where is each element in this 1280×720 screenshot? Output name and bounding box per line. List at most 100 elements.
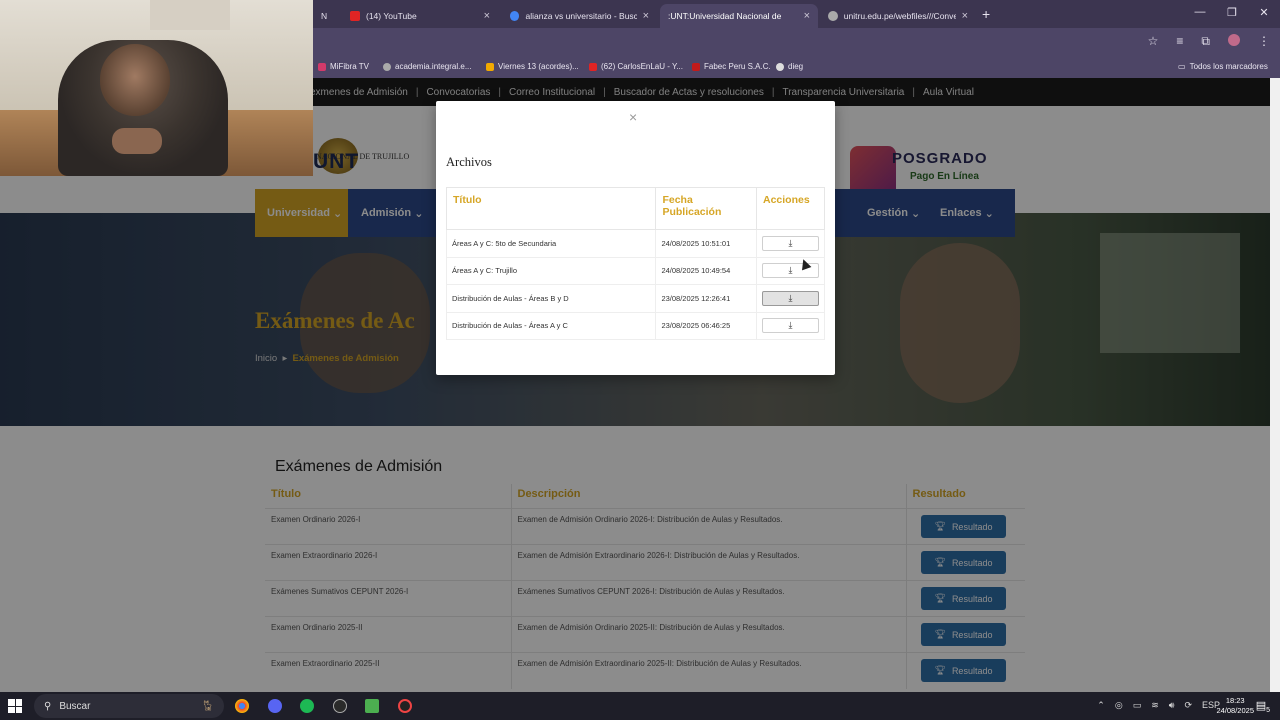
download-button[interactable]: ⤓ bbox=[762, 318, 819, 334]
notification-icon[interactable]: ▤5 bbox=[1256, 699, 1270, 714]
network-icon[interactable]: ◎ bbox=[1115, 700, 1123, 711]
exams-table: Título Descripción Resultado Examen Ordi… bbox=[265, 484, 1025, 689]
result-button[interactable]: 🏆︎ Resultado bbox=[920, 623, 1007, 646]
nav-enlaces[interactable]: Enlaces ⌄ bbox=[940, 189, 994, 237]
close-tab-icon[interactable]: × bbox=[804, 10, 810, 22]
all-bookmarks[interactable]: ▭ Todos los marcadores bbox=[1178, 62, 1268, 71]
mifibra-icon bbox=[318, 62, 326, 71]
close-modal-icon[interactable]: × bbox=[629, 109, 637, 125]
taskbar-search[interactable]: ⚲ Buscar 🦌︎ bbox=[34, 694, 224, 718]
chevron-down-icon: ⌄ bbox=[911, 207, 921, 220]
close-tab-icon[interactable]: × bbox=[484, 10, 490, 22]
tab-unt[interactable]: :UNT:Universidad Nacional de × bbox=[660, 4, 818, 28]
extensions-icon[interactable]: ⧉ bbox=[1201, 34, 1210, 49]
logo-text[interactable]: UNT bbox=[313, 150, 359, 174]
tab-youtube[interactable]: (14) YouTube × bbox=[342, 4, 498, 28]
exam-title: Examen Extraordinario 2025-II bbox=[265, 652, 512, 689]
breadcrumb-separator-icon: ▸ bbox=[279, 353, 290, 364]
topnav-link-transparencia[interactable]: Transparencia Universitaria bbox=[782, 87, 904, 98]
result-button[interactable]: 🏆︎ Resultado bbox=[920, 587, 1007, 610]
webcam-head bbox=[100, 44, 170, 116]
chords-icon bbox=[486, 62, 494, 71]
nav-admision[interactable]: Admisión ⌄ bbox=[361, 189, 423, 237]
topnav-link-convocatorias[interactable]: Convocatorias bbox=[426, 87, 490, 98]
tab-unitru-file[interactable]: unitru.edu.pe/webfiles///Conve × bbox=[820, 4, 976, 28]
bookmark-fabec[interactable]: Fabec Peru S.A.C. bbox=[692, 62, 771, 71]
result-button[interactable]: 🏆︎ Resultado bbox=[920, 551, 1007, 574]
close-tab-icon[interactable]: × bbox=[643, 10, 649, 22]
files-table: Título Fecha Publicación Acciones Áreas … bbox=[445, 187, 825, 340]
new-tab-button[interactable]: + bbox=[982, 6, 990, 22]
download-icon: ⤓ bbox=[788, 237, 793, 248]
download-icon: ⤓ bbox=[788, 320, 793, 331]
topnav-link-admision[interactable]: exmenes de Admisión bbox=[310, 87, 408, 98]
exam-description: Examen de Admisión Extraordinario 2025-I… bbox=[511, 652, 907, 689]
topnav-link-aula-virtual[interactable]: Aula Virtual bbox=[923, 87, 974, 98]
sync-icon[interactable]: ⟳ bbox=[1184, 700, 1192, 711]
restore-icon[interactable]: ❐ bbox=[1216, 6, 1248, 19]
chevron-down-icon: ⌄ bbox=[333, 207, 343, 220]
bookmark-mifibra[interactable]: MiFibra TV bbox=[318, 62, 369, 71]
clock[interactable]: 18:23 24/08/2025 bbox=[1216, 696, 1254, 716]
minimize-icon[interactable]: — bbox=[1184, 6, 1216, 19]
chevron-up-icon[interactable]: ⌃ bbox=[1097, 700, 1105, 711]
tab-label: :UNT:Universidad Nacional de bbox=[668, 11, 782, 21]
download-button[interactable]: ⤓ bbox=[762, 290, 819, 306]
file-title: Áreas A y C: Trujillo bbox=[445, 256, 657, 285]
exam-description: Examen de Admisión Extraordinario 2026-I… bbox=[511, 544, 907, 581]
reading-list-icon[interactable]: ≡ bbox=[1176, 34, 1183, 49]
steam-icon[interactable] bbox=[333, 699, 347, 713]
column-header: Resultado bbox=[912, 488, 966, 500]
exam-description: Examen de Admisión Ordinario 2025-II: Di… bbox=[511, 616, 907, 653]
page-scrollbar[interactable] bbox=[1270, 78, 1280, 692]
nav-label: Enlaces bbox=[940, 207, 982, 219]
close-window-icon[interactable]: ✕ bbox=[1248, 6, 1280, 19]
exam-title: Examen Ordinario 2026-I bbox=[265, 508, 512, 545]
windows-start-icon[interactable] bbox=[8, 699, 22, 713]
table-row: Examen Extraordinario 2026-I Examen de A… bbox=[265, 544, 1025, 581]
download-button[interactable]: ⤓ bbox=[762, 235, 819, 251]
minecraft-icon[interactable] bbox=[365, 699, 379, 713]
hero-photo-person bbox=[900, 243, 1020, 403]
bookmark-dieg[interactable]: dieg bbox=[776, 62, 803, 71]
nav-gestion[interactable]: Gestión ⌄ bbox=[867, 189, 920, 237]
topnav-link-correo[interactable]: Correo Institucional bbox=[509, 87, 595, 98]
bookmark-star-icon[interactable]: ☆ bbox=[1148, 34, 1159, 49]
column-header: Título bbox=[445, 187, 657, 230]
webcam-shelf bbox=[150, 0, 230, 30]
bookmark-academia[interactable]: academia.integral.e... bbox=[383, 62, 472, 71]
table-row: Distribución de Aulas - Áreas A y C 23/0… bbox=[445, 311, 825, 340]
file-title: Distribución de Aulas - Áreas A y C bbox=[445, 311, 657, 340]
column-header: Fecha Publicación bbox=[655, 187, 757, 230]
button-label: Resultado bbox=[951, 593, 993, 604]
files-modal: × Archivos Título Fecha Publicación Acci… bbox=[436, 101, 835, 375]
wifi-icon[interactable]: ≋ bbox=[1151, 700, 1159, 711]
battery-icon[interactable]: ▭ bbox=[1133, 700, 1142, 711]
bookmark-label: MiFibra TV bbox=[330, 62, 369, 71]
topnav-link-actas[interactable]: Buscador de Actas y resoluciones bbox=[614, 87, 764, 98]
globe-icon bbox=[828, 11, 838, 21]
button-label: Resultado bbox=[951, 629, 993, 640]
tab-google-search[interactable]: alianza vs universitario - Busca × bbox=[502, 4, 657, 28]
breadcrumb-home[interactable]: Inicio bbox=[255, 353, 277, 364]
tab-partial[interactable]: N bbox=[313, 4, 337, 28]
table-row: Examen Extraordinario 2025-II Examen de … bbox=[265, 652, 1025, 689]
discord-icon[interactable] bbox=[268, 699, 282, 713]
file-date: 24/08/2025 10:51:01 bbox=[655, 229, 757, 258]
close-tab-icon[interactable]: × bbox=[962, 10, 968, 22]
bookmark-viernes13[interactable]: Viernes 13 (acordes)... bbox=[486, 62, 579, 71]
trophy-icon: 🏆︎ bbox=[934, 665, 946, 675]
result-button[interactable]: 🏆︎ Resultado bbox=[920, 659, 1007, 682]
spotify-icon[interactable] bbox=[300, 699, 314, 713]
result-button[interactable]: 🏆︎ Resultado bbox=[920, 515, 1007, 538]
chevron-down-icon: ⌄ bbox=[414, 207, 424, 220]
bookmark-label: Fabec Peru S.A.C. bbox=[704, 62, 771, 71]
nav-universidad[interactable]: Universidad ⌄ bbox=[255, 189, 348, 237]
menu-kebab-icon[interactable]: ⋮ bbox=[1258, 34, 1270, 49]
volume-icon[interactable]: 🔊︎ bbox=[1169, 700, 1175, 711]
table-row: Áreas A y C: 5to de Secundaria 24/08/202… bbox=[445, 229, 825, 258]
profile-avatar[interactable] bbox=[1228, 34, 1240, 46]
obs-icon[interactable] bbox=[398, 699, 412, 713]
chrome-icon[interactable] bbox=[235, 699, 249, 713]
bookmark-carlosenlau[interactable]: (62) CarlosEnLaU - Y... bbox=[589, 62, 683, 71]
